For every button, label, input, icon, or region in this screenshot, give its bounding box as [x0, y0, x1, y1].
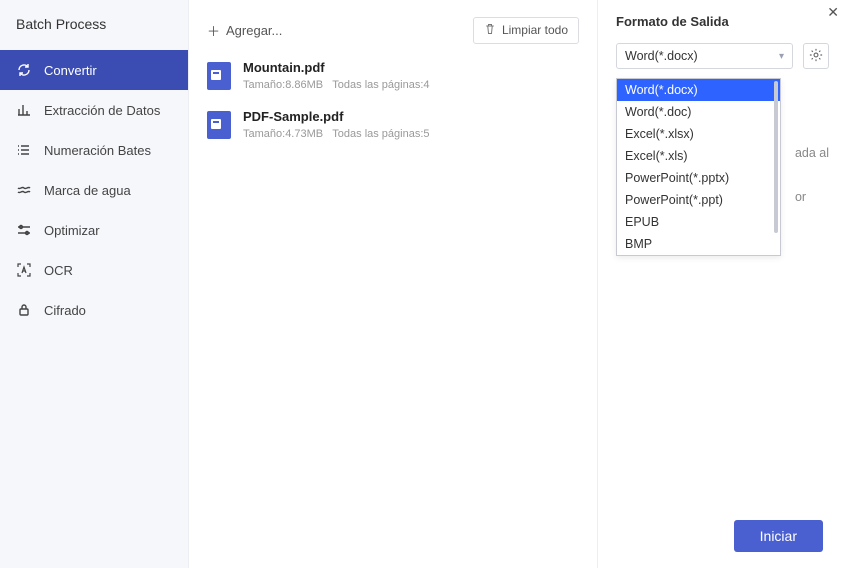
sidebar-item-encrypt[interactable]: Cifrado — [0, 290, 188, 330]
ocr-icon — [16, 262, 32, 278]
dropdown-option[interactable]: BMP — [617, 233, 780, 255]
dropdown-option[interactable]: Word(*.doc) — [617, 101, 780, 123]
trash-icon — [484, 23, 496, 38]
sidebar-item-label: Cifrado — [44, 303, 86, 318]
sidebar-item-label: Marca de agua — [44, 183, 131, 198]
file-name: Mountain.pdf — [243, 60, 430, 75]
file-icon — [207, 111, 231, 139]
file-subtitle: Tamaño:8.86MB Todas las páginas:4 — [243, 79, 430, 91]
dropdown-option[interactable]: PowerPoint(*.pptx) — [617, 167, 780, 189]
sidebar-item-label: OCR — [44, 263, 73, 278]
file-icon — [207, 62, 231, 90]
output-title: Formato de Salida — [616, 14, 829, 29]
output-format-select[interactable]: Word(*.docx) ▾ — [616, 43, 793, 69]
dropdown-option[interactable]: Word(*.docx) — [617, 79, 780, 101]
output-format-dropdown: Word(*.docx) Word(*.doc) Excel(*.xlsx) E… — [616, 78, 781, 256]
sidebar-item-convert[interactable]: Convertir — [0, 50, 188, 90]
chevron-down-icon: ▾ — [779, 51, 784, 62]
file-row[interactable]: PDF-Sample.pdf Tamaño:4.73MB Todas las p… — [207, 109, 579, 140]
sidebar-item-data-extraction[interactable]: Extracción de Datos — [0, 90, 188, 130]
dropdown-option[interactable]: Excel(*.xlsx) — [617, 123, 780, 145]
sidebar-item-ocr[interactable]: OCR — [0, 250, 188, 290]
file-name: PDF-Sample.pdf — [243, 109, 430, 124]
file-subtitle: Tamaño:4.73MB Todas las páginas:5 — [243, 128, 430, 140]
dropdown-option[interactable]: EPUB — [617, 211, 780, 233]
sidebar-item-bates[interactable]: Numeración Bates — [0, 130, 188, 170]
sidebar-item-label: Optimizar — [44, 223, 100, 238]
list-icon — [16, 142, 32, 158]
window-title: Batch Process — [0, 16, 188, 50]
settings-button[interactable] — [803, 43, 829, 69]
water-icon — [16, 182, 32, 198]
select-value: Word(*.docx) — [625, 49, 698, 63]
sidebar-item-label: Extracción de Datos — [44, 103, 160, 118]
obscured-text: ada al or — [795, 142, 829, 208]
dropdown-scrollbar[interactable] — [774, 81, 778, 233]
clear-all-button[interactable]: Limpiar todo — [473, 17, 579, 44]
lock-icon — [16, 302, 32, 318]
clear-label: Limpiar todo — [502, 23, 568, 37]
chart-icon — [16, 102, 32, 118]
start-button[interactable]: Iniciar — [734, 520, 823, 552]
gear-icon — [809, 48, 823, 65]
sidebar-item-label: Numeración Bates — [44, 143, 151, 158]
plus-icon: ＋ — [207, 21, 220, 40]
sidebar-item-label: Convertir — [44, 63, 97, 78]
sidebar: Batch Process Convertir Extracción de Da… — [0, 0, 188, 568]
file-row[interactable]: Mountain.pdf Tamaño:8.86MB Todas las pág… — [207, 60, 579, 91]
sliders-icon — [16, 222, 32, 238]
sidebar-item-optimize[interactable]: Optimizar — [0, 210, 188, 250]
output-panel: Formato de Salida Word(*.docx) ▾ Word(*.… — [597, 0, 847, 568]
dropdown-option[interactable]: PowerPoint(*.ppt) — [617, 189, 780, 211]
add-label: Agregar... — [226, 23, 282, 38]
dropdown-option[interactable]: Excel(*.xls) — [617, 145, 780, 167]
sidebar-item-watermark[interactable]: Marca de agua — [0, 170, 188, 210]
add-button[interactable]: ＋ Agregar... — [207, 21, 282, 40]
refresh-icon — [16, 62, 32, 78]
